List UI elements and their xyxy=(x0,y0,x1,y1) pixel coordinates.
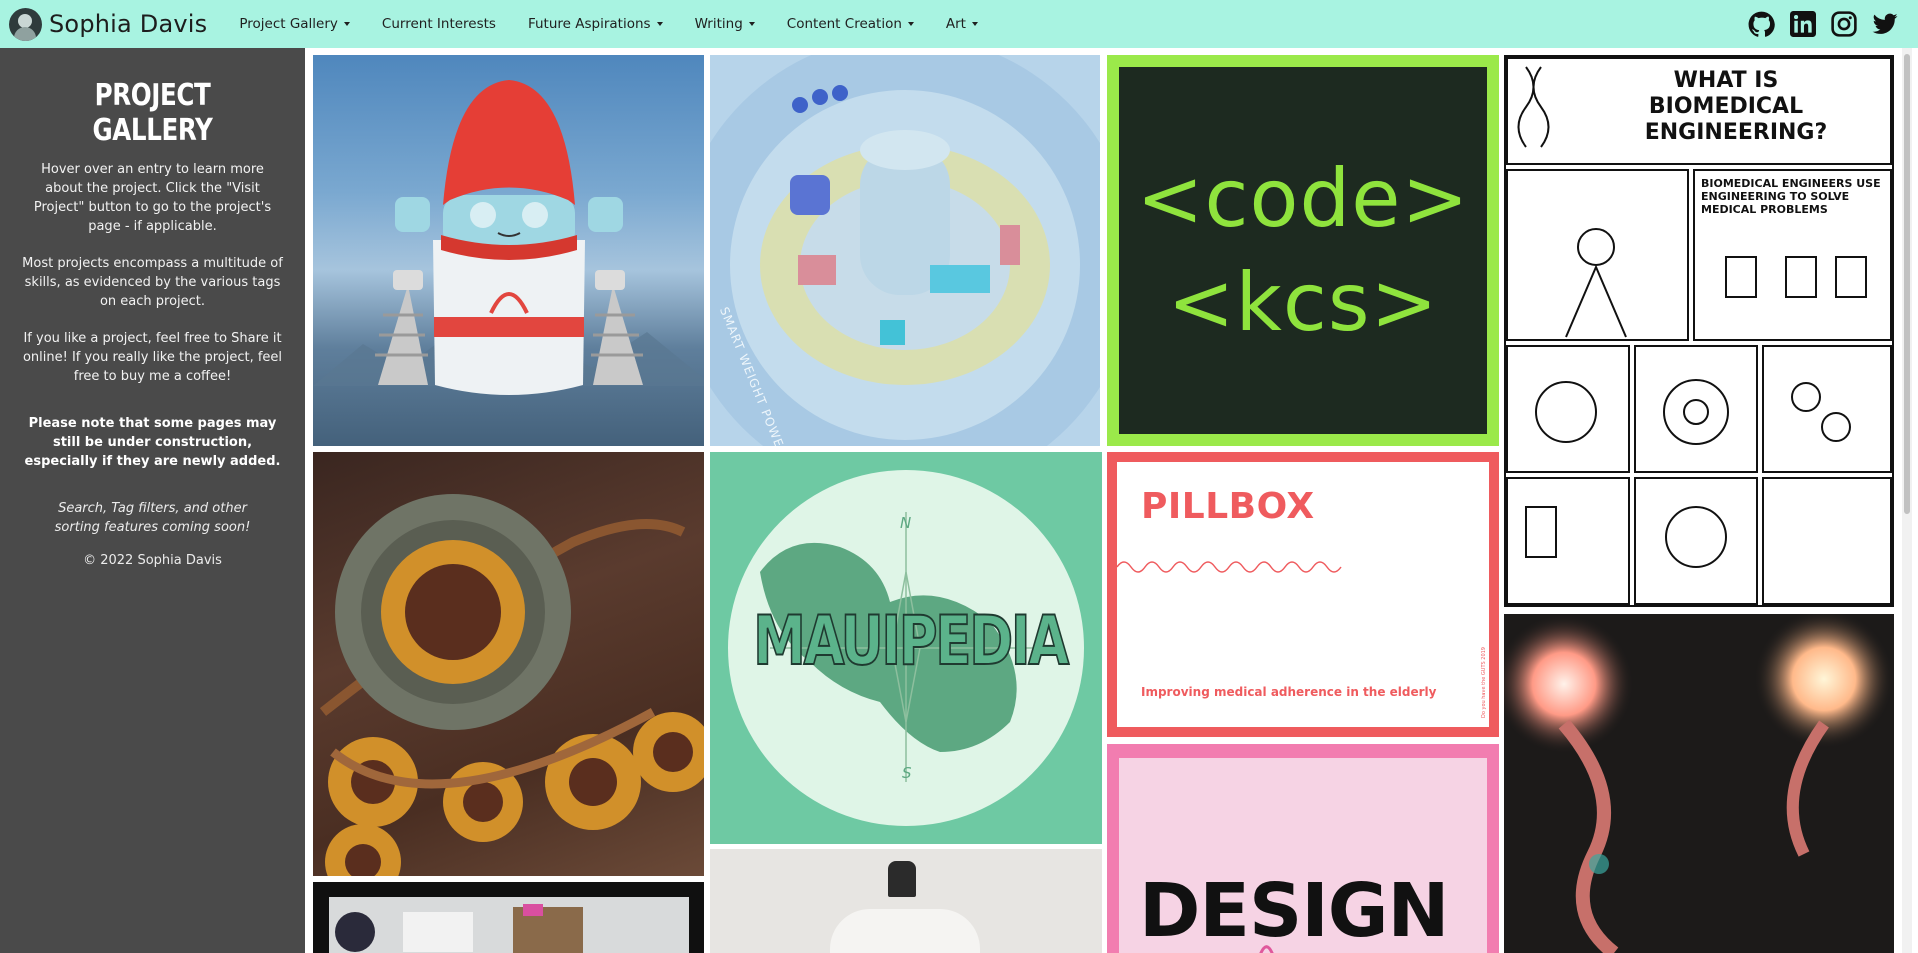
city-illustration xyxy=(710,55,1100,446)
sewing-object xyxy=(830,909,980,953)
code-logo: <code> <kcs> xyxy=(1119,67,1487,434)
project-tile-design[interactable]: DESIGN xyxy=(1107,744,1499,953)
brand[interactable]: Sophia Davis xyxy=(9,0,207,48)
mauipedia-title: MAUIPEDIA xyxy=(752,601,1070,682)
desk-object xyxy=(523,904,543,916)
caret-down-icon xyxy=(907,22,914,26)
project-tile-robot[interactable] xyxy=(313,55,704,446)
nav-item-content-creation[interactable]: Content Creation xyxy=(787,16,914,32)
linkedin-icon[interactable] xyxy=(1789,11,1816,38)
instagram-icon[interactable] xyxy=(1830,11,1857,38)
sidebar-title: PROJECT GALLERY xyxy=(92,78,213,148)
pink-scribble xyxy=(1259,945,1274,953)
nav-label: Art xyxy=(945,16,966,32)
project-tile-mauipedia[interactable]: N S MAUIPEDIA xyxy=(710,452,1102,844)
nav-label: Project Gallery xyxy=(239,16,338,32)
project-tile-pillbox[interactable]: PILLBOX Improving medical adherence in t… xyxy=(1107,452,1499,737)
pillbox-side-text: Do you have the GUTS 2019 xyxy=(1481,647,1487,719)
sidebar-intro-text: Hover over an entry to learn more about … xyxy=(33,162,272,234)
project-gallery-grid: SMART WEIGHT POWER ROAD <code> <kcs> WHA… xyxy=(305,48,1900,953)
desk-object xyxy=(335,912,375,952)
project-gallery-sidebar: PROJECT GALLERY Hover over an entry to l… xyxy=(0,48,305,953)
scrollbar-thumb[interactable] xyxy=(1904,54,1910,514)
caret-down-icon xyxy=(971,22,978,26)
sidebar-coming-soon: Search, Tag filters, and other sorting f… xyxy=(54,501,251,535)
project-tile-crochet-bag[interactable] xyxy=(313,452,704,876)
pillbox-subtitle: Improving medical adherence in the elder… xyxy=(1141,685,1437,699)
twitter-icon[interactable] xyxy=(1871,11,1898,38)
brand-name[interactable]: Sophia Davis xyxy=(49,10,207,38)
code-line-2: <kcs> xyxy=(1167,255,1439,349)
nav-item-future-aspirations[interactable]: Future Aspirations xyxy=(528,16,663,32)
desk-photo-area xyxy=(329,897,689,953)
nav-item-art[interactable]: Art xyxy=(946,16,978,32)
github-icon[interactable] xyxy=(1748,11,1775,38)
nav-menu: Project Gallery Current Interests Future… xyxy=(239,0,1010,48)
sidebar-construction-note: Please note that some pages may still be… xyxy=(24,416,281,469)
sidebar-share-text: If you like a project, feel free to Shar… xyxy=(22,331,283,384)
caret-down-icon xyxy=(343,22,350,26)
nav-item-project-gallery[interactable]: Project Gallery xyxy=(239,16,350,32)
robot-illustration xyxy=(375,80,643,395)
page-scrollbar[interactable] xyxy=(1902,48,1912,953)
design-card: DESIGN xyxy=(1119,758,1487,953)
project-tile-smart-road[interactable]: SMART WEIGHT POWER ROAD xyxy=(710,55,1100,446)
wave-line xyxy=(1117,561,1342,573)
compass-north: N xyxy=(900,514,912,532)
sidebar-skills-text: Most projects encompass a multitude of s… xyxy=(22,256,283,309)
caret-down-icon xyxy=(748,22,755,26)
nav-label: Writing xyxy=(694,16,743,32)
compass-south: S xyxy=(902,764,912,782)
top-navbar: Sophia Davis Project Gallery Current Int… xyxy=(0,0,1918,48)
desk-object xyxy=(403,912,473,952)
sidebar-copyright: © 2022 Sophia Davis xyxy=(83,553,222,568)
nav-item-writing[interactable]: Writing xyxy=(695,16,755,32)
code-line-1: <code> xyxy=(1136,151,1470,245)
nav-label: Content Creation xyxy=(786,16,902,32)
project-tile-desk-setup[interactable] xyxy=(313,882,704,953)
project-tile-code-kcs[interactable]: <code> <kcs> xyxy=(1107,55,1499,446)
brand-logo[interactable] xyxy=(9,7,42,41)
pillbox-card: PILLBOX Improving medical adherence in t… xyxy=(1117,462,1489,727)
nav-label: Future Aspirations xyxy=(527,16,651,32)
crochet-illustration xyxy=(319,494,704,876)
pillbox-title: PILLBOX xyxy=(1141,486,1315,527)
social-links xyxy=(1734,0,1898,48)
nav-item-current-interests[interactable]: Current Interests xyxy=(382,16,496,32)
sewing-object xyxy=(888,861,916,897)
headband-illustration xyxy=(1504,614,1894,953)
caret-down-icon xyxy=(656,22,663,26)
comic-doodles xyxy=(1517,66,1867,568)
project-tile-sewing[interactable] xyxy=(710,849,1102,953)
nav-label: Current Interests xyxy=(381,16,496,32)
project-tile-biomedical-comic[interactable]: WHAT IS BIOMEDICAL ENGINEERING? BIOMEDIC… xyxy=(1504,55,1894,607)
project-tile-light-up-headband[interactable] xyxy=(1504,614,1894,953)
